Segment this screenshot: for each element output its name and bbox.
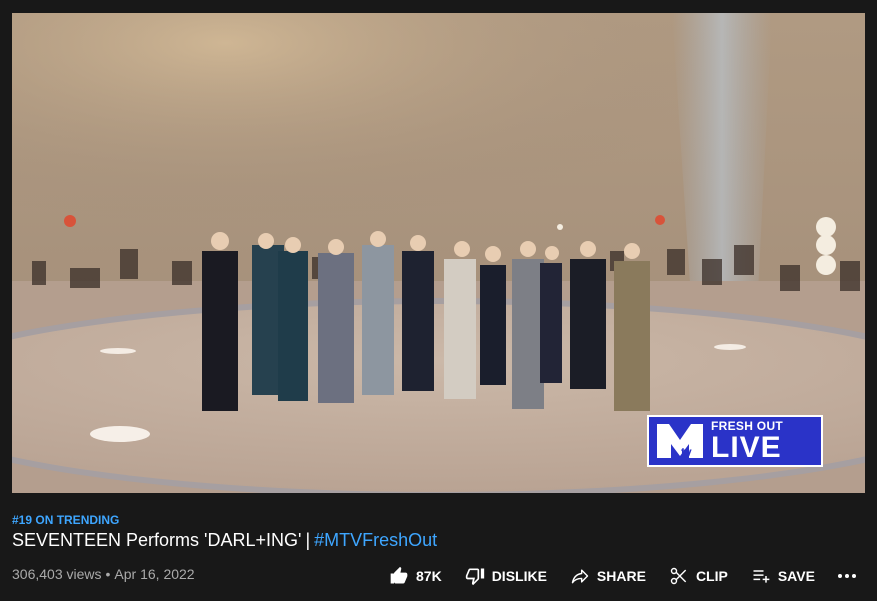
save-label: SAVE — [777, 568, 815, 584]
clip-button[interactable]: CLIP — [668, 566, 728, 586]
mtv-fresh-out-live-badge: tv FRESH OUT LIVE — [647, 415, 823, 467]
save-button[interactable]: SAVE — [750, 566, 815, 586]
hashtag-link[interactable]: #MTVFreshOut — [314, 530, 437, 550]
thumb-up-icon — [390, 566, 408, 584]
svg-text:tv: tv — [681, 445, 692, 459]
action-bar: 87K DISLIKE SHARE CLIP SAVE — [388, 563, 837, 589]
video-title-main: SEVENTEEN Performs 'DARL+ING' — [12, 530, 302, 550]
badge-live-text: LIVE — [711, 430, 782, 464]
like-button[interactable]: 87K — [388, 566, 442, 586]
badge-fresh-out-text: FRESH OUT — [711, 418, 784, 433]
upload-date: Apr 16, 2022 — [114, 566, 195, 582]
share-icon — [571, 569, 589, 584]
more-icon — [838, 574, 856, 578]
playlist-add-icon — [753, 570, 770, 583]
thumb-down-icon — [465, 568, 484, 586]
dislike-label: DISLIKE — [491, 568, 547, 584]
share-button[interactable]: SHARE — [569, 566, 646, 586]
clip-label: CLIP — [695, 568, 728, 584]
dislike-button[interactable]: DISLIKE — [464, 566, 547, 586]
video-title: SEVENTEEN Performs 'DARL+ING' | #MTVFreshO… — [12, 530, 437, 551]
share-label: SHARE — [596, 568, 646, 584]
video-player[interactable]: tv FRESH OUT LIVE — [12, 13, 865, 493]
title-separator: | — [305, 530, 311, 550]
trending-link[interactable]: #19 ON TRENDING — [12, 513, 119, 527]
like-count: 87K — [416, 568, 442, 584]
view-count: 306,403 views — [12, 566, 102, 582]
video-meta: 306,403 views • Apr 16, 2022 — [12, 566, 195, 582]
scissors-icon — [670, 567, 687, 585]
more-actions-button[interactable] — [836, 565, 858, 587]
meta-dot: • — [105, 566, 111, 582]
mtv-logo-icon: tv — [657, 424, 703, 459]
